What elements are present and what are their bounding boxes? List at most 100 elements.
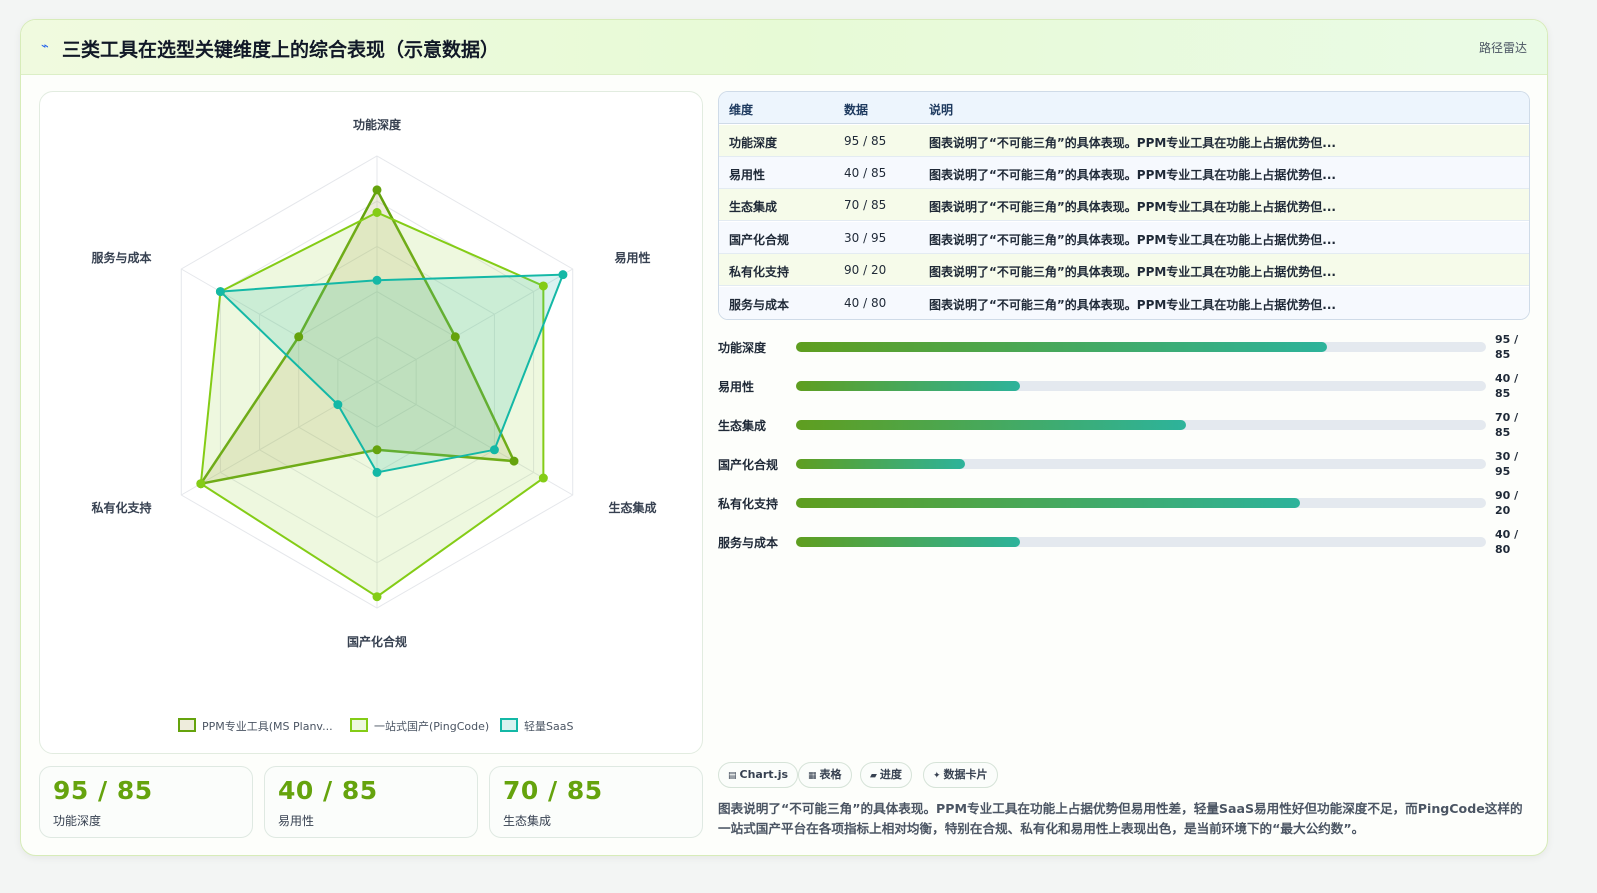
radar-chart: 功能深度易用性生态集成国产化合规 私有化支持 服务与成本 PPM专业工具(MS Pla… bbox=[91, 117, 657, 733]
cell-dimension: 易用性 bbox=[729, 168, 766, 182]
data-point bbox=[489, 445, 499, 455]
data-point bbox=[294, 332, 304, 342]
column-header-dimension: 维度 bbox=[729, 103, 754, 117]
progress-track bbox=[796, 381, 1486, 391]
cell-data: 30 / 95 bbox=[844, 231, 887, 245]
stat-value: 70 / 85 bbox=[503, 776, 603, 805]
axis-label: 功能深度 bbox=[353, 117, 402, 132]
chart-icon: ▤ bbox=[728, 771, 737, 781]
table-row: 国产化合规 30 / 95 图表说明了“不可能三角”的具体表现。PPM专业工具在… bbox=[719, 222, 1529, 254]
progress-track bbox=[796, 420, 1486, 430]
progress-track bbox=[796, 537, 1486, 547]
header-tag: 路径雷达 bbox=[1478, 41, 1527, 55]
progress-fill bbox=[796, 459, 966, 469]
stat-value: 95 / 85 bbox=[53, 776, 153, 805]
cell-description: 图表说明了“不可能三角”的具体表现。PPM专业工具在功能上占据优势但... bbox=[929, 233, 1336, 247]
chart-description: 图表说明了“不可能三角”的具体表现。PPM专业工具在功能上占据优势但易用性差，轻… bbox=[718, 801, 1523, 836]
axis-label: 服务与成本 bbox=[92, 250, 152, 265]
cell-data: 90 / 20 bbox=[844, 263, 887, 277]
data-point bbox=[372, 275, 382, 285]
data-point bbox=[215, 287, 225, 297]
card-header: ⌁ 三类工具在选型关键维度上的综合表现（示意数据） 路径雷达 bbox=[21, 20, 1547, 75]
progress-row: 私有化支持 90 / 20 bbox=[718, 488, 1530, 518]
cell-description: 图表说明了“不可能三角”的具体表现。PPM专业工具在功能上占据优势但... bbox=[929, 298, 1336, 312]
data-point bbox=[509, 456, 519, 466]
radar-chart-panel: 功能深度易用性生态集成国产化合规 私有化支持 服务与成本 PPM专业工具(MS Pla… bbox=[39, 91, 703, 754]
progress-value: 95 / 85 bbox=[1495, 333, 1519, 361]
stat-card: 95 / 85 功能深度 bbox=[39, 766, 253, 838]
cell-dimension: 功能深度 bbox=[729, 136, 778, 150]
table-row: 易用性 40 / 85 图表说明了“不可能三角”的具体表现。PPM专业工具在功能… bbox=[719, 157, 1529, 189]
progress-value: 40 / 80 bbox=[1495, 528, 1519, 556]
data-point bbox=[450, 332, 460, 342]
chip-label: 数据卡片 bbox=[943, 768, 988, 781]
cell-description: 图表说明了“不可能三角”的具体表现。PPM专业工具在功能上占据优势但... bbox=[929, 265, 1336, 279]
progress-row: 易用性 40 / 85 bbox=[718, 371, 1530, 401]
chip-label: 进度 bbox=[879, 768, 902, 781]
stat-cards: 95 / 85 功能深度 40 / 85 易用性 70 / 85 生态集成 bbox=[39, 766, 703, 838]
cell-data: 95 / 85 bbox=[844, 134, 887, 148]
axis-label: 易用性 bbox=[614, 250, 650, 265]
chip-data-card[interactable]: ✦ 数据卡片 bbox=[923, 762, 998, 788]
chip-table[interactable]: ▦ 表格 bbox=[798, 762, 852, 788]
cell-data: 40 / 80 bbox=[844, 296, 887, 310]
data-point bbox=[333, 400, 343, 410]
progress-icon: ▰ bbox=[870, 771, 877, 781]
cell-data: 40 / 85 bbox=[844, 166, 887, 180]
progress-fill bbox=[796, 420, 1186, 430]
chip-progress[interactable]: ▰ 进度 bbox=[860, 762, 912, 788]
progress-bars: 功能深度 95 / 85 易用性 40 / 85 生态集成 70 / 85 国产… bbox=[718, 332, 1530, 562]
progress-track bbox=[796, 342, 1486, 352]
legend-label: PPM专业工具(MS Planv... bbox=[202, 719, 333, 733]
chip-label: Chart.js bbox=[739, 768, 789, 781]
legend-label: 轻量SaaS bbox=[524, 719, 573, 733]
data-point bbox=[558, 270, 568, 280]
stat-label: 易用性 bbox=[278, 814, 315, 828]
data-point bbox=[372, 445, 382, 455]
progress-row: 生态集成 70 / 85 bbox=[718, 410, 1530, 440]
progress-label: 生态集成 bbox=[718, 419, 767, 433]
progress-row: 国产化合规 30 / 95 bbox=[718, 449, 1530, 479]
page-title: 三类工具在选型关键维度上的综合表现（示意数据） bbox=[62, 39, 500, 61]
stat-card: 70 / 85 生态集成 bbox=[489, 766, 703, 838]
axis-label: 国产化合规 bbox=[347, 634, 407, 649]
data-point bbox=[196, 479, 206, 489]
data-point bbox=[538, 473, 548, 483]
progress-fill bbox=[796, 498, 1300, 508]
axis-label: 生态集成 bbox=[608, 500, 656, 515]
data-point bbox=[538, 281, 548, 291]
axis-label: 私有化支持 bbox=[91, 500, 152, 515]
cell-description: 图表说明了“不可能三角”的具体表现。PPM专业工具在功能上占据优势但... bbox=[929, 168, 1336, 182]
data-point bbox=[372, 185, 382, 195]
data-point bbox=[372, 592, 382, 602]
progress-label: 私有化支持 bbox=[718, 497, 779, 511]
progress-label: 易用性 bbox=[718, 380, 755, 394]
progress-track bbox=[796, 459, 1486, 469]
table-row: 私有化支持 90 / 20 图表说明了“不可能三角”的具体表现。PPM专业工具在… bbox=[719, 254, 1529, 286]
legend-swatch bbox=[350, 718, 368, 732]
table-row: 功能深度 95 / 85 图表说明了“不可能三角”的具体表现。PPM专业工具在功… bbox=[719, 125, 1529, 157]
stat-value: 40 / 85 bbox=[278, 776, 378, 805]
cell-description: 图表说明了“不可能三角”的具体表现。PPM专业工具在功能上占据优势但... bbox=[929, 136, 1336, 150]
progress-value: 30 / 95 bbox=[1495, 450, 1519, 478]
chip-chartjs[interactable]: ▤ Chart.js bbox=[718, 762, 799, 788]
stat-label: 功能深度 bbox=[53, 814, 102, 828]
table-header: 维度 数据 说明 bbox=[719, 92, 1529, 124]
progress-value: 70 / 85 bbox=[1495, 411, 1519, 439]
progress-row: 功能深度 95 / 85 bbox=[718, 332, 1530, 362]
data-table: 维度 数据 说明 功能深度 95 / 85 图表说明了“不可能三角”的具体表现。… bbox=[718, 91, 1530, 320]
progress-row: 服务与成本 40 / 80 bbox=[718, 527, 1530, 557]
table-icon: ▦ bbox=[808, 771, 817, 781]
dashboard-card: ⌁ 三类工具在选型关键维度上的综合表现（示意数据） 路径雷达 功能深度 易用性 生态… bbox=[20, 19, 1548, 856]
card-icon: ✦ bbox=[933, 771, 941, 781]
progress-label: 服务与成本 bbox=[718, 536, 779, 550]
stat-card: 40 / 85 易用性 bbox=[264, 766, 478, 838]
cell-data: 70 / 85 bbox=[844, 198, 887, 212]
legend-swatch bbox=[178, 718, 196, 732]
data-point bbox=[372, 208, 382, 217]
table-row: 服务与成本 40 / 80 图表说明了“不可能三角”的具体表现。PPM专业工具在… bbox=[719, 287, 1529, 319]
progress-fill bbox=[796, 342, 1328, 352]
column-header-data: 数据 bbox=[844, 103, 869, 117]
data-point bbox=[372, 467, 382, 477]
spark-icon: ⌁ bbox=[41, 39, 49, 54]
